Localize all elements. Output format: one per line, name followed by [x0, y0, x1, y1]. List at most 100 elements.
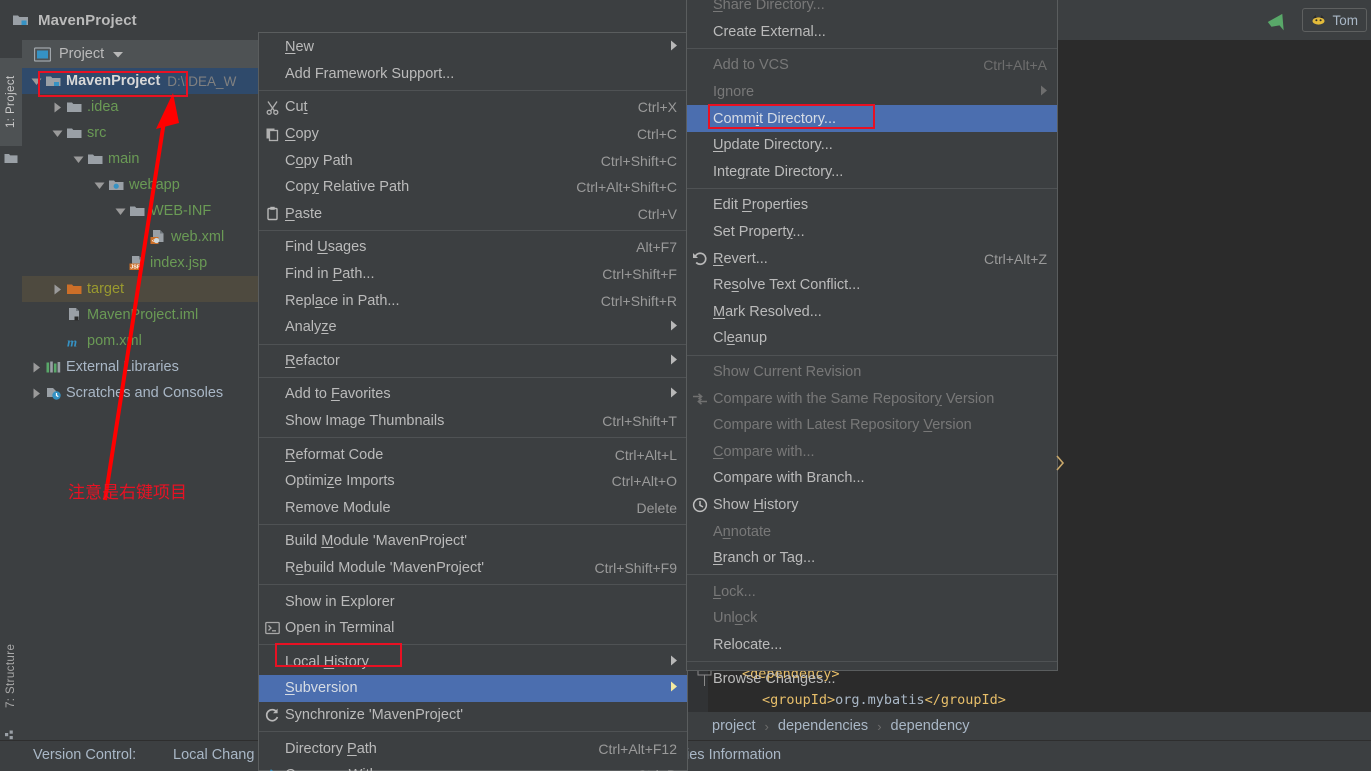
tree-row-label: MavenProject.iml: [87, 307, 199, 323]
menu-item[interactable]: Compare With... Ctrl+D: [259, 762, 687, 771]
tree-row[interactable]: JSP index.jsp: [22, 250, 281, 276]
menu-item[interactable]: Synchronize 'MavenProject': [259, 702, 687, 729]
menu-item[interactable]: Copy Path Ctrl+Shift+C: [259, 147, 687, 174]
target-folder-icon: [65, 282, 83, 297]
menu-item: Compare with Latest Repository Version: [687, 412, 1057, 439]
menu-item[interactable]: Update Directory...: [687, 132, 1057, 159]
menu-item[interactable]: Copy Ctrl+C: [259, 121, 687, 148]
green-up-arrow-icon[interactable]: [1266, 7, 1292, 33]
menu-item-label: Show Current Revision: [713, 364, 862, 381]
target-folder-icon: [66, 284, 81, 294]
run-configuration-selector[interactable]: Tom: [1302, 8, 1367, 32]
breadcrumb-separator: ›: [764, 718, 769, 734]
menu-item-label: Compare with Branch...: [713, 470, 865, 487]
menu-item[interactable]: Show History: [687, 492, 1057, 519]
chevron-right-icon[interactable]: [49, 102, 65, 113]
menu-item[interactable]: Find in Path... Ctrl+Shift+F: [259, 261, 687, 288]
breadcrumb-item-dependencies[interactable]: dependencies: [778, 718, 868, 734]
menu-item-shortcut: Ctrl+C: [636, 126, 677, 143]
local-changes-tab[interactable]: Local Chang: [173, 747, 254, 763]
menu-item[interactable]: Branch or Tag...: [687, 545, 1057, 572]
menu-item[interactable]: Create External...: [687, 19, 1057, 46]
menu-item[interactable]: Set Property...: [687, 219, 1057, 246]
tree-row[interactable]: < web.xml: [22, 224, 281, 250]
menu-item[interactable]: Reformat Code Ctrl+Alt+L: [259, 441, 687, 468]
chevron-right-icon[interactable]: [28, 388, 44, 399]
menu-item[interactable]: Build Module 'MavenProject': [259, 528, 687, 555]
menu-item[interactable]: Local History: [259, 648, 687, 675]
menu-item[interactable]: Directory Path Ctrl+Alt+F12: [259, 735, 687, 762]
chevron-down-icon[interactable]: [112, 207, 128, 216]
dependencies-information-label: ies Information: [686, 747, 782, 763]
menu-item[interactable]: Compare with Branch...: [687, 465, 1057, 492]
menu-item[interactable]: Refactor: [259, 348, 687, 375]
menu-item[interactable]: Resolve Text Conflict...: [687, 272, 1057, 299]
breadcrumb[interactable]: project › dependencies › dependency: [686, 712, 1371, 740]
menu-item[interactable]: Revert... Ctrl+Alt+Z: [687, 245, 1057, 272]
menu-item[interactable]: Paste Ctrl+V: [259, 201, 687, 228]
sidebar-item-structure[interactable]: 7: Structure: [0, 624, 22, 728]
sync-icon: [259, 707, 285, 723]
chevron-down-icon[interactable]: [91, 181, 107, 190]
sidebar-item-project[interactable]: 1: Project: [0, 58, 22, 146]
tree-row[interactable]: MavenProject D:\IDEA_W: [22, 68, 281, 94]
version-control-label[interactable]: Version Control:: [33, 747, 136, 763]
menu-item[interactable]: Show in Explorer: [259, 588, 687, 615]
tree-row[interactable]: MavenProject.iml: [22, 302, 281, 328]
menu-separator: [259, 524, 687, 526]
menu-item[interactable]: Show Image Thumbnails Ctrl+Shift+T: [259, 408, 687, 435]
menu-item[interactable]: Mark Resolved...: [687, 299, 1057, 326]
menu-item[interactable]: Integrate Directory...: [687, 159, 1057, 186]
chevron-right-icon[interactable]: [28, 362, 44, 373]
menu-item[interactable]: Add to Favorites: [259, 381, 687, 408]
menu-item[interactable]: Rebuild Module 'MavenProject' Ctrl+Shift+…: [259, 555, 687, 582]
menu-item: Ignore: [687, 79, 1057, 106]
tree-row[interactable]: src: [22, 120, 281, 146]
breadcrumb-item-project[interactable]: project: [712, 718, 756, 734]
menu-item[interactable]: Copy Relative Path Ctrl+Alt+Shift+C: [259, 174, 687, 201]
tree-row[interactable]: m pom.xml: [22, 328, 281, 354]
context-menu[interactable]: New Add Framework Support... Cut Ctrl+X Copy…: [258, 32, 688, 771]
breadcrumb-item-dependency[interactable]: dependency: [891, 718, 970, 734]
menu-item[interactable]: Cleanup: [687, 325, 1057, 352]
menu-item-label: Find in Path...: [285, 266, 375, 283]
menu-item[interactable]: Cut Ctrl+X: [259, 94, 687, 121]
menu-item[interactable]: Browse Changes...: [687, 665, 1057, 692]
module-folder-icon: [44, 74, 62, 89]
maven-m-icon: m: [67, 334, 77, 349]
project-panel-header[interactable]: Project: [22, 40, 281, 68]
tree-row-label: webapp: [129, 177, 180, 193]
menu-item[interactable]: Relocate...: [687, 632, 1057, 659]
menu-item[interactable]: Find Usages Alt+F7: [259, 234, 687, 261]
menu-item[interactable]: Remove Module Delete: [259, 495, 687, 522]
menu-item[interactable]: Open in Terminal: [259, 615, 687, 642]
project-tree[interactable]: MavenProject D:\IDEA_W .idea src main webapp W…: [22, 68, 281, 406]
chevron-down-icon[interactable]: [28, 77, 44, 86]
chevron-down-icon[interactable]: [70, 155, 86, 164]
menu-item[interactable]: Add Framework Support...: [259, 61, 687, 88]
tree-row[interactable]: Scratches and Consoles: [22, 380, 281, 406]
subversion-submenu[interactable]: Share Directory... Create External... Add …: [686, 0, 1058, 687]
menu-item[interactable]: Replace in Path... Ctrl+Shift+R: [259, 287, 687, 314]
menu-item[interactable]: New: [259, 34, 687, 61]
tree-row[interactable]: webapp: [22, 172, 281, 198]
menu-item[interactable]: Analyze: [259, 314, 687, 341]
menu-item[interactable]: Edit Properties: [687, 192, 1057, 219]
menu-item[interactable]: Optimize Imports Ctrl+Alt+O: [259, 468, 687, 495]
tree-row[interactable]: .idea: [22, 94, 281, 120]
tomcat-icon: [1312, 14, 1325, 25]
chevron-down-icon[interactable]: [49, 129, 65, 138]
scratches-icon: [44, 386, 62, 401]
menu-item[interactable]: Commit Directory...: [687, 105, 1057, 132]
breadcrumb-separator: ›: [877, 718, 882, 734]
tree-row[interactable]: External Libraries: [22, 354, 281, 380]
chevron-down-icon[interactable]: [112, 50, 124, 59]
menu-item-label: Browse Changes...: [713, 670, 836, 687]
tree-row-label: WEB-INF: [150, 203, 212, 219]
tree-row[interactable]: main: [22, 146, 281, 172]
tree-row[interactable]: target: [22, 276, 281, 302]
chevron-right-icon[interactable]: [49, 284, 65, 295]
menu-item[interactable]: Subversion: [259, 675, 687, 702]
revert-icon: [693, 252, 707, 266]
tree-row[interactable]: WEB-INF: [22, 198, 281, 224]
